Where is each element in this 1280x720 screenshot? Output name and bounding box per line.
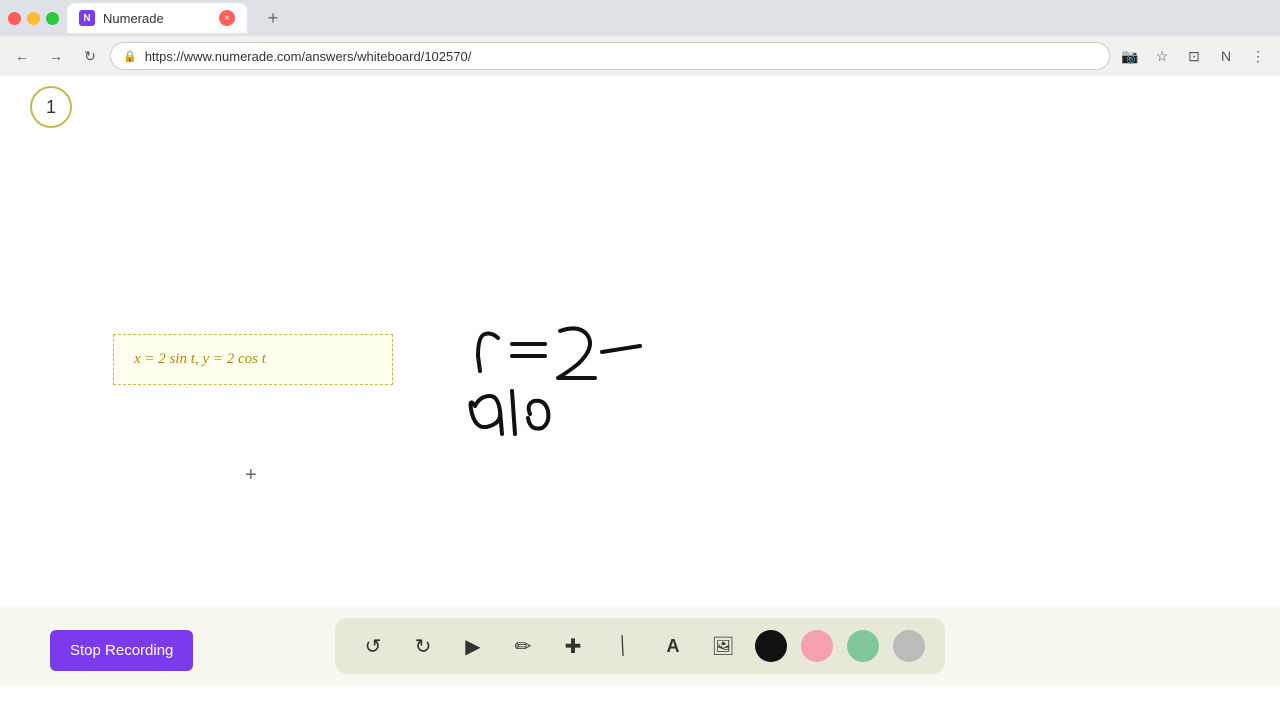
eraser-tool-button[interactable]: ╱	[605, 628, 641, 664]
back-icon: ←	[15, 48, 29, 64]
numerade-ext-button[interactable]: N	[1212, 42, 1240, 70]
slide-number: 1	[46, 97, 56, 118]
text-icon: A	[667, 636, 680, 657]
nav-actions: 📷 ☆ ⊡ N ⋮	[1116, 42, 1272, 70]
tab-favicon	[79, 10, 95, 26]
lock-icon: 🔒	[123, 50, 137, 63]
question-box: x = 2 sin t, y = 2 cos t	[113, 334, 393, 385]
minimize-window-button[interactable]	[27, 12, 40, 25]
close-window-button[interactable]	[8, 12, 21, 25]
new-tab-button[interactable]: +	[259, 4, 287, 32]
pen-icon: ✏	[515, 634, 532, 659]
equation-svg	[430, 296, 730, 476]
add-element-button[interactable]: ✚	[555, 628, 591, 664]
refresh-button[interactable]: ↻	[76, 42, 104, 70]
tab-close-button[interactable]: ×	[219, 10, 235, 26]
tab-title: Numerade	[103, 11, 164, 26]
question-text: x = 2 sin t, y = 2 cos t	[134, 351, 266, 367]
stop-recording-button[interactable]: Stop Recording	[50, 630, 193, 671]
extensions-button[interactable]: ⊡	[1180, 42, 1208, 70]
address-bar[interactable]: 🔒 https://www.numerade.com/answers/white…	[110, 42, 1110, 70]
refresh-icon: ↻	[84, 48, 96, 65]
maximize-window-button[interactable]	[46, 12, 59, 25]
browser-chrome: Numerade × + ← → ↻ 🔒 https://www.numerad…	[0, 0, 1280, 76]
back-button[interactable]: ←	[8, 42, 36, 70]
text-tool-button[interactable]: A	[655, 628, 691, 664]
color-green-button[interactable]	[847, 630, 879, 662]
image-insert-button[interactable]: 🖼	[705, 628, 741, 664]
image-icon: 🖼	[712, 636, 735, 657]
bookmark-button[interactable]: ☆	[1148, 42, 1176, 70]
color-gray-button[interactable]	[893, 630, 925, 662]
plus-icon: ✚	[565, 634, 582, 659]
color-black-button[interactable]	[755, 630, 787, 662]
menu-button[interactable]: ⋮	[1244, 42, 1272, 70]
forward-button[interactable]: →	[42, 42, 70, 70]
handwritten-equations	[430, 296, 730, 481]
redo-icon: ↻	[415, 634, 432, 659]
nav-bar: ← → ↻ 🔒 https://www.numerade.com/answers…	[0, 36, 1280, 76]
forward-icon: →	[49, 48, 63, 64]
traffic-lights	[8, 12, 59, 25]
whiteboard-area[interactable]: 1 x = 2 sin t, y = 2 cos t +	[0, 76, 1280, 686]
add-content-button[interactable]: +	[245, 464, 257, 487]
drawing-toolbar: ↺ ↻ ▶ ✏ ✚ ╱ A 🖼	[335, 618, 945, 674]
bottom-bar: Stop Recording ↺ ↻ ▶ ✏ ✚ ╱ A	[0, 606, 1280, 686]
url-text: https://www.numerade.com/answers/whitebo…	[145, 49, 472, 64]
select-icon: ▶	[465, 634, 480, 659]
pen-tool-button[interactable]: ✏	[505, 628, 541, 664]
active-tab[interactable]: Numerade ×	[67, 3, 247, 33]
select-tool-button[interactable]: ▶	[455, 628, 491, 664]
slide-indicator: 1	[30, 86, 72, 128]
color-pink-button[interactable]	[801, 630, 833, 662]
camera-button[interactable]: 📷	[1116, 42, 1144, 70]
redo-button[interactable]: ↻	[405, 628, 441, 664]
title-bar: Numerade × +	[0, 0, 1280, 36]
undo-icon: ↺	[365, 634, 382, 659]
eraser-icon: ╱	[614, 635, 632, 657]
undo-button[interactable]: ↺	[355, 628, 391, 664]
